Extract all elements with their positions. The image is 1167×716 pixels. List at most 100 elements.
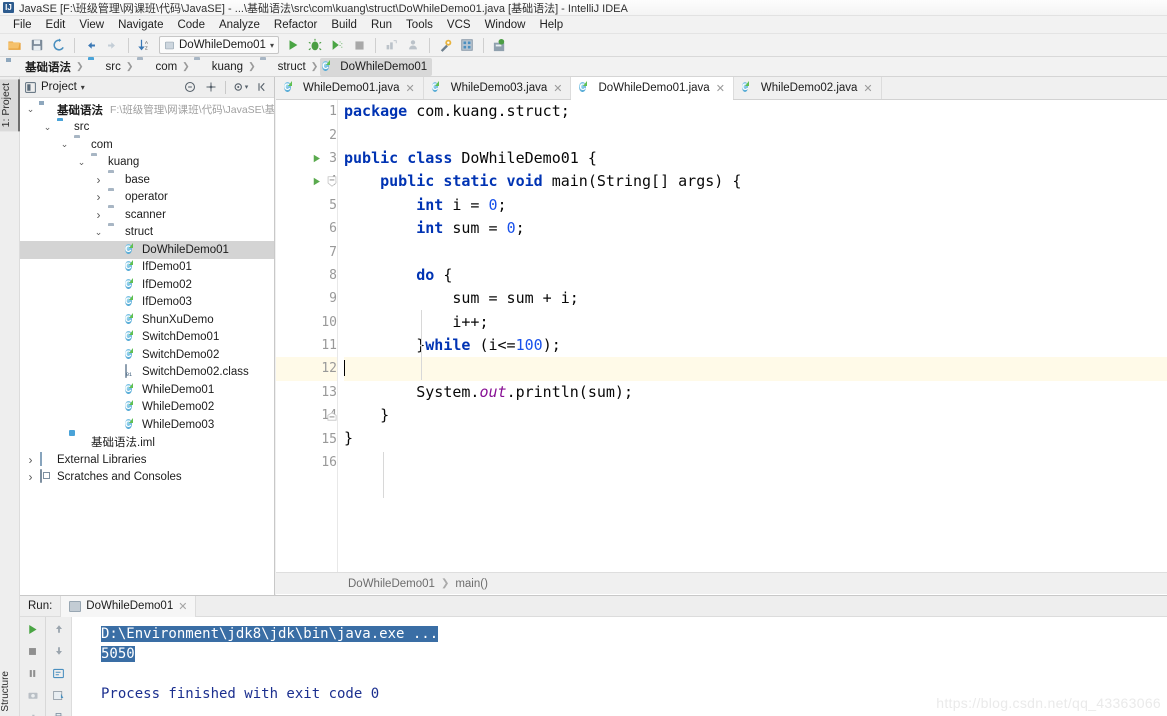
tree-node[interactable]: ⌄ 基础语法 F:\班级管理\网课班\代码\JavaSE\基础语	[20, 101, 274, 119]
menu-build[interactable]: Build	[324, 18, 364, 32]
close-icon[interactable]: ✕	[716, 82, 725, 95]
breadcrumb-item-com[interactable]: com	[135, 58, 182, 76]
code-line[interactable]: public class DoWhileDemo01 {	[344, 147, 1167, 170]
menu-refactor[interactable]: Refactor	[267, 18, 324, 32]
code-line[interactable]: int i = 0;	[344, 194, 1167, 217]
tree-node[interactable]: › External Libraries	[20, 451, 274, 469]
editor-tab-active[interactable]: C DoWhileDemo01.java ✕	[571, 77, 734, 100]
gutter-line[interactable]: 7	[276, 240, 337, 263]
code-line[interactable]: }	[344, 404, 1167, 427]
tree-node-selected[interactable]: C DoWhileDemo01	[20, 241, 274, 259]
gutter-line[interactable]: 14	[276, 404, 337, 427]
tree-node[interactable]: › Scratches and Consoles	[20, 469, 274, 487]
stop-icon[interactable]	[23, 642, 43, 660]
export-icon[interactable]	[49, 686, 69, 704]
project-structure-icon[interactable]	[457, 35, 478, 55]
run-icon[interactable]	[283, 35, 304, 55]
fold-expand-icon[interactable]	[327, 176, 338, 188]
breadcrumb-item-DoWhileDemo01[interactable]: C DoWhileDemo01	[320, 57, 433, 76]
tree-node[interactable]: 基础语法.iml	[20, 434, 274, 452]
code-line[interactable]: }	[344, 427, 1167, 450]
menu-file[interactable]: File	[6, 18, 39, 32]
code-line[interactable]: do {	[344, 264, 1167, 287]
chevron-down-icon[interactable]: ⌄	[75, 157, 88, 167]
chevron-down-icon[interactable]: ▾	[81, 83, 85, 92]
tree-node[interactable]: SwitchDemo02.class	[20, 364, 274, 382]
menu-window[interactable]: Window	[478, 18, 533, 32]
chevron-right-icon[interactable]: ›	[92, 174, 105, 186]
editor-gutter[interactable]: 12345678910111213141516	[276, 100, 338, 572]
tree-node[interactable]: › base	[20, 171, 274, 189]
debug-icon[interactable]	[305, 35, 326, 55]
editor-tab[interactable]: C WhileDemo01.java ✕	[276, 77, 424, 99]
menu-code[interactable]: Code	[170, 18, 212, 32]
sidebar-tab-project[interactable]: 1: Project	[0, 79, 20, 132]
forward-arrow-icon[interactable]	[102, 35, 123, 55]
gutter-line[interactable]: 4	[276, 170, 337, 193]
menu-edit[interactable]: Edit	[39, 18, 73, 32]
gutter-line[interactable]: 5	[276, 194, 337, 217]
close-icon[interactable]: ✕	[553, 82, 562, 95]
chevron-right-icon[interactable]: ›	[92, 209, 105, 221]
chevron-right-icon[interactable]: ›	[24, 471, 37, 483]
tree-node[interactable]: › scanner	[20, 206, 274, 224]
gutter-line[interactable]: 10	[276, 311, 337, 334]
stop-icon[interactable]	[349, 35, 370, 55]
console-output[interactable]: D:\Environment\jdk8\jdk\bin\java.exe ...…	[73, 617, 1167, 716]
gutter-line[interactable]: 8	[276, 264, 337, 287]
code-line[interactable]: int sum = 0;	[344, 217, 1167, 240]
run-gutter-icon[interactable]	[310, 152, 323, 165]
tree-node[interactable]: ⌄ struct	[20, 224, 274, 242]
run-gutter-icon[interactable]	[310, 175, 323, 188]
tree-node[interactable]: ⌄ kuang	[20, 154, 274, 172]
code-line[interactable]: i++;	[344, 311, 1167, 334]
gutter-line[interactable]: 9	[276, 287, 337, 310]
rerun-icon[interactable]	[23, 620, 43, 638]
code-line[interactable]: System.out.println(sum);	[344, 381, 1167, 404]
gutter-line[interactable]: 15	[276, 427, 337, 450]
tree-node[interactable]: C IfDemo02	[20, 276, 274, 294]
collapse-all-icon[interactable]	[181, 79, 198, 96]
gutter-line[interactable]: 16	[276, 451, 337, 474]
chevron-right-icon[interactable]: ›	[24, 454, 37, 466]
close-icon[interactable]: ✕	[863, 82, 872, 95]
down-arrow-icon[interactable]	[49, 642, 69, 660]
camera-icon[interactable]	[23, 686, 43, 704]
close-icon[interactable]: ✕	[406, 82, 415, 95]
chevron-right-icon[interactable]: ›	[92, 191, 105, 203]
tree-node[interactable]: C IfDemo01	[20, 259, 274, 277]
tree-node[interactable]: C WhileDemo01	[20, 381, 274, 399]
open-folder-icon[interactable]	[4, 35, 25, 55]
editor-tab[interactable]: C WhileDemo02.java ✕	[733, 77, 882, 99]
sort-icon[interactable]: AZ	[134, 35, 155, 55]
breadcrumb-item-struct[interactable]: struct	[258, 58, 311, 76]
code-line[interactable]	[344, 123, 1167, 146]
editor-breadcrumb-item[interactable]: DoWhileDemo01	[348, 578, 435, 590]
chevron-down-icon[interactable]: ▾	[270, 41, 274, 50]
menu-vcs[interactable]: VCS	[440, 18, 478, 32]
up-arrow-icon[interactable]	[49, 620, 69, 638]
menu-help[interactable]: Help	[532, 18, 570, 32]
chevron-down-icon[interactable]: ⌄	[58, 140, 71, 149]
back-arrow-icon[interactable]	[80, 35, 101, 55]
chart-icon[interactable]	[23, 708, 43, 716]
hide-panel-icon[interactable]	[253, 79, 270, 96]
run-coverage-icon[interactable]	[327, 35, 348, 55]
sdk-manager-icon[interactable]	[489, 35, 510, 55]
project-tree[interactable]: ⌄基础语法F:\班级管理\网课班\代码\JavaSE\基础语⌄src⌄com⌄k…	[20, 98, 274, 595]
code-line[interactable]: public static void main(String[] args) {	[344, 170, 1167, 193]
tree-node[interactable]: C SwitchDemo01	[20, 329, 274, 347]
menu-tools[interactable]: Tools	[399, 18, 440, 32]
gutter-line[interactable]: 2	[276, 123, 337, 146]
chevron-down-icon[interactable]: ⌄	[92, 227, 105, 237]
code-line[interactable]: package com.kuang.struct;	[344, 100, 1167, 123]
gutter-line[interactable]: 13	[276, 381, 337, 404]
tree-node[interactable]: ⌄ src	[20, 119, 274, 137]
chevron-down-icon[interactable]: ⌄	[24, 105, 37, 114]
code-line[interactable]: }while (i<=100);	[344, 334, 1167, 357]
gutter-line[interactable]: 3	[276, 147, 337, 170]
menu-analyze[interactable]: Analyze	[212, 18, 267, 32]
code-editor[interactable]: 12345678910111213141516 package com.kuan…	[276, 100, 1167, 572]
sync-icon[interactable]	[48, 35, 69, 55]
sidebar-tab-structure[interactable]: Structure	[0, 671, 20, 712]
